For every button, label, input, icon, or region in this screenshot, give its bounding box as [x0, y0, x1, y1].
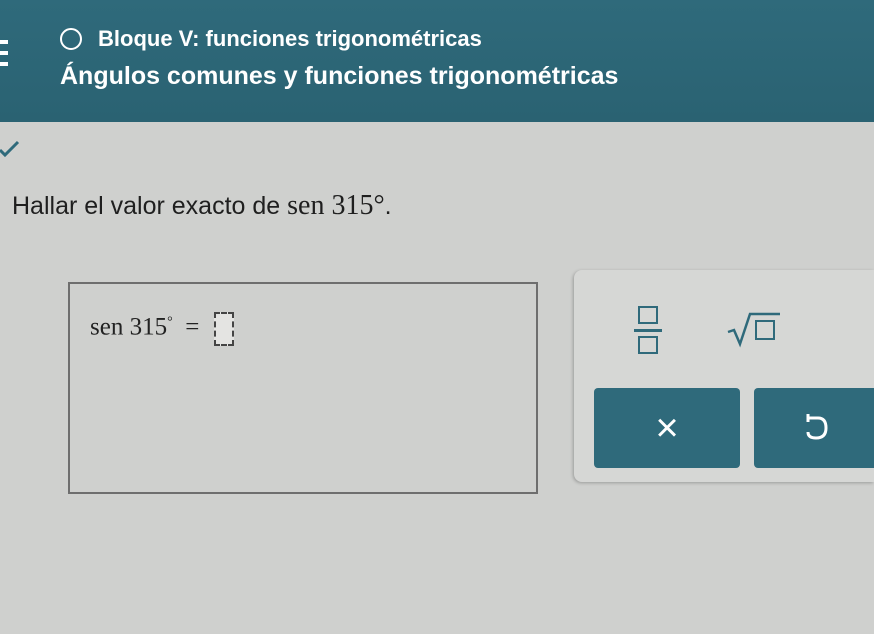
answer-angle: 315	[129, 313, 168, 341]
fraction-button[interactable]	[630, 302, 666, 358]
check-icon	[0, 140, 20, 158]
menu-icon[interactable]	[0, 40, 8, 66]
answer-func: sen	[90, 313, 124, 341]
question-prompt: Hallar el valor exacto de sen 315°.	[12, 190, 392, 222]
clear-button[interactable]: ×	[594, 388, 740, 468]
progress-circle-icon	[60, 28, 82, 50]
fraction-denominator-icon	[638, 336, 658, 354]
undo-icon	[806, 414, 828, 440]
section-title: Ángulos comunes y funciones trigonométri…	[60, 62, 619, 90]
answer-expression: sen 315° =	[90, 312, 234, 346]
clear-icon: ×	[655, 405, 679, 450]
fraction-bar-icon	[634, 329, 662, 332]
header-bar: Bloque V: funciones trigonométricas Ángu…	[0, 0, 874, 122]
prompt-text: Hallar el valor exacto de	[12, 192, 288, 220]
sqrt-button[interactable]	[724, 308, 784, 348]
answer-input[interactable]	[213, 312, 234, 346]
answer-equals: =	[185, 313, 200, 341]
answer-box[interactable]: sen 315° =	[68, 282, 538, 494]
prompt-end: .	[384, 192, 392, 220]
answer-degree: °	[167, 314, 173, 330]
prompt-math: sen 315°	[287, 190, 385, 221]
fraction-numerator-icon	[638, 306, 658, 324]
undo-button[interactable]	[754, 388, 874, 468]
math-palette: ×	[574, 270, 874, 482]
block-title: Bloque V: funciones trigonométricas	[98, 26, 482, 51]
